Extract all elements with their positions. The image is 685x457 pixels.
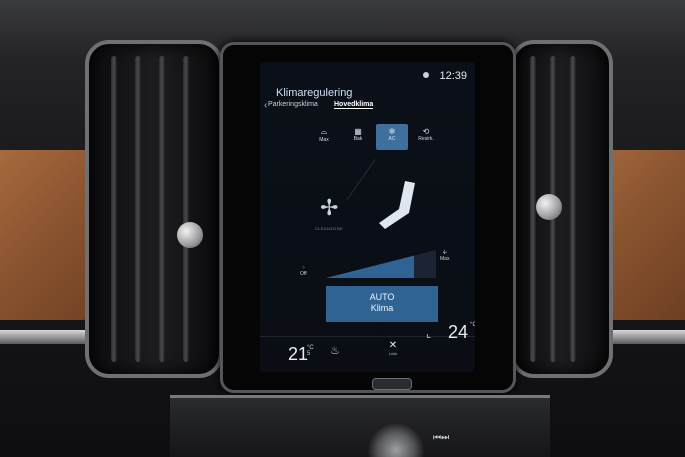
fan-off-button[interactable]: ⁘ Off <box>300 265 307 277</box>
climate-label: Klima <box>370 303 394 313</box>
close-label: Lukk <box>388 351 398 356</box>
vent-slat <box>530 56 536 362</box>
vent-slat <box>570 56 576 362</box>
fan-icon: ✢ <box>320 195 339 220</box>
vent-slat <box>159 56 165 362</box>
vent-slat <box>183 56 189 362</box>
tab-parkeringsklima[interactable]: Parkeringsklima <box>268 101 318 108</box>
quick-button-label: Max <box>319 137 329 143</box>
vent-knob-right[interactable] <box>536 194 562 220</box>
ac-button[interactable]: ✻ AC <box>376 124 408 150</box>
climate-screen: 12:39 Klimaregulering ‹ Parkeringsklima … <box>260 62 475 372</box>
tab-hovedklima[interactable]: Hovedklima <box>334 101 374 109</box>
passenger-temperature[interactable]: 24 <box>448 322 468 343</box>
recirculation-icon: ⟲ <box>422 127 430 136</box>
skip-icon[interactable]: ⏮⏭ <box>433 432 449 443</box>
air-vent-left[interactable] <box>85 40 223 378</box>
driver-temperature-unit: °C 5 <box>307 345 314 357</box>
passenger-seat-icon[interactable]: ⌞ <box>426 327 431 340</box>
back-icon[interactable]: ‹ <box>264 100 267 111</box>
fan-speed-slider[interactable] <box>326 250 436 278</box>
driver-temperature[interactable]: 21 <box>288 344 308 365</box>
home-button[interactable] <box>372 378 412 390</box>
air-vent-right[interactable] <box>510 40 613 378</box>
front-defrost-icon: ⌓ <box>320 127 328 136</box>
max-defrost-button[interactable]: ⌓ Max <box>308 124 340 150</box>
connection-icon <box>423 72 429 78</box>
auto-climate-button[interactable]: AUTO Klima <box>326 286 438 322</box>
rear-defrost-button[interactable]: ▦ Bak <box>342 124 374 150</box>
quick-button-label: AC <box>388 136 396 142</box>
cleanzone-label: CLEANZONE <box>315 226 344 231</box>
page-title: Klimaregulering <box>276 87 353 99</box>
clock: 12:39 <box>439 70 467 82</box>
fan-off-label: Off <box>300 271 307 277</box>
vent-slat <box>135 56 141 362</box>
fan-max-button[interactable]: ✢ Max <box>440 250 449 262</box>
seat-heat-icon[interactable]: ♨ <box>330 344 340 357</box>
close-icon: ✕ <box>388 340 398 351</box>
rear-defrost-icon: ▦ <box>354 127 362 136</box>
center-console <box>170 395 550 457</box>
fan-max-label: Max <box>440 256 450 262</box>
quick-button-label: Resirk. <box>418 136 434 142</box>
snowflake-icon: ✻ <box>388 127 396 136</box>
recirculation-button[interactable]: ⟲ Resirk. <box>410 124 442 150</box>
quick-button-label: Bak <box>353 136 363 142</box>
auto-label: AUTO <box>369 292 395 302</box>
car-interior-scene: 12:39 Klimaregulering ‹ Parkeringsklima … <box>0 0 685 457</box>
seat-icon <box>379 181 415 229</box>
vent-knob-left[interactable] <box>177 222 203 248</box>
vent-slat <box>111 56 117 362</box>
close-button[interactable]: ✕ Lukk <box>380 340 406 360</box>
temp-decimal: 5 <box>307 351 311 357</box>
passenger-temperature-unit: °C <box>470 322 475 328</box>
